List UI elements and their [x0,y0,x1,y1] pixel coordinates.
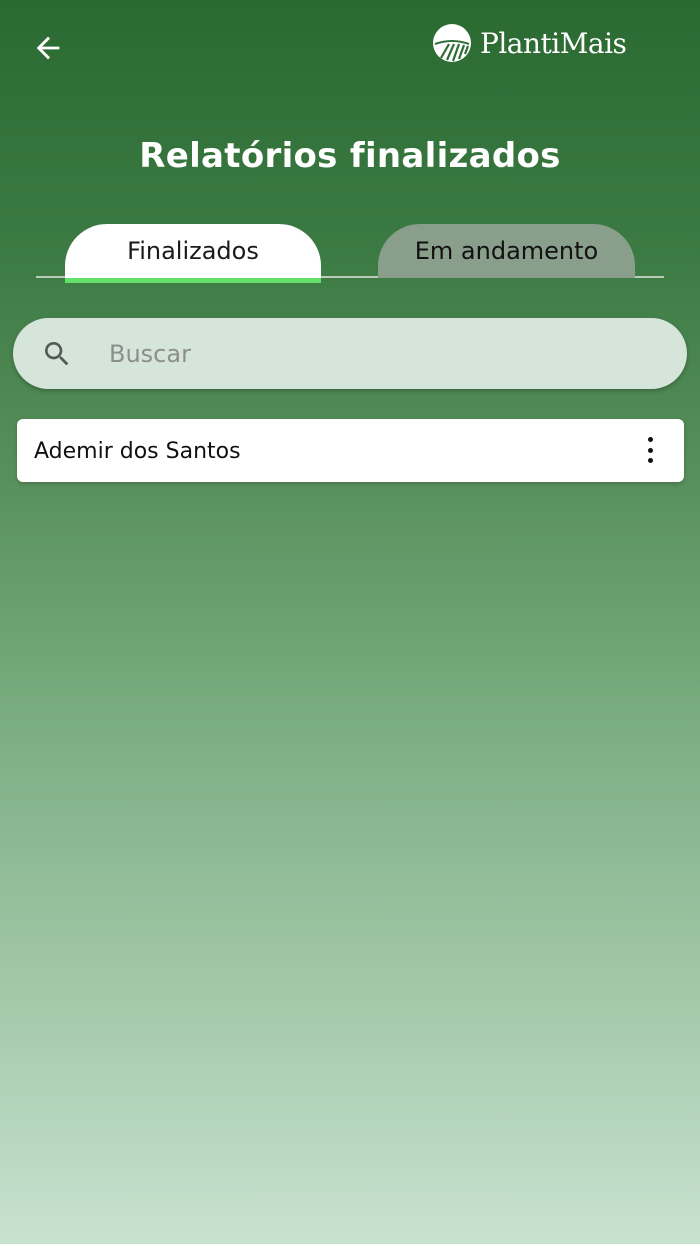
report-list-item[interactable]: Ademir dos Santos [17,419,684,482]
search-icon[interactable] [41,338,73,370]
tab-em-andamento[interactable]: Em andamento [378,224,635,278]
active-tab-indicator [65,278,321,283]
logo-text: PlantiMais [480,26,627,60]
tab-finalizados[interactable]: Finalizados [65,224,321,278]
brand-logo: PlantiMais [432,22,627,64]
menu-dot [647,447,653,453]
search-bar [13,318,687,389]
menu-dot [647,458,653,463]
back-button[interactable] [28,28,68,68]
plantimais-logo-icon [433,24,471,62]
search-input[interactable] [107,332,651,376]
tab-bar: Finalizados Em andamento [36,224,664,286]
report-name: Ademir dos Santos [34,439,241,464]
arrow-left-icon [36,36,60,60]
more-vertical-icon[interactable] [644,437,656,463]
menu-dot [647,437,653,442]
page-title: Relatórios finalizados [139,136,561,176]
